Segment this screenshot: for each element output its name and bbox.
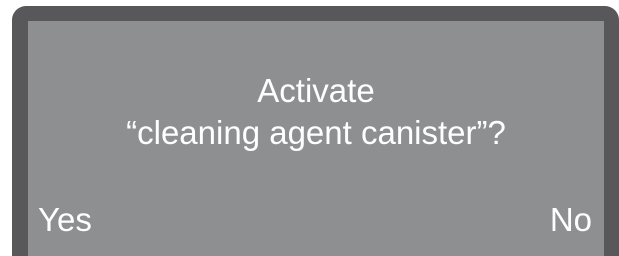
yes-softkey[interactable]: Yes <box>38 199 92 241</box>
no-softkey[interactable]: No <box>550 199 592 241</box>
lcd-screen: Activate “cleaning agent canister”? Yes … <box>28 21 604 256</box>
confirmation-prompt: Activate “cleaning agent canister”? <box>28 70 604 154</box>
prompt-line-1: Activate <box>257 72 375 109</box>
prompt-line-2: “cleaning agent canister”? <box>126 114 506 151</box>
